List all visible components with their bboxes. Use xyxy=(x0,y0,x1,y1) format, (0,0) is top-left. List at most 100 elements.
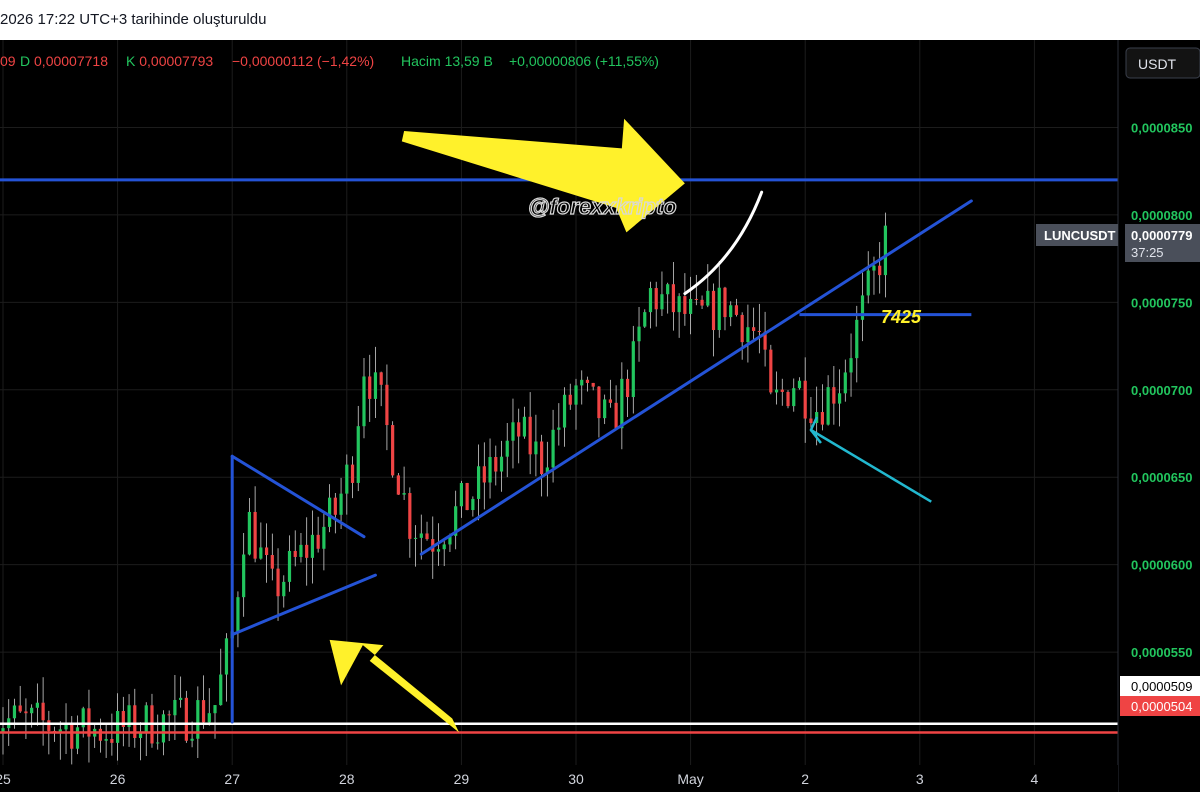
price-chart[interactable]: 0,0000850 0,0000800 0,0000750 0,0000700 0,00… xyxy=(0,0,1200,792)
candle-body xyxy=(98,728,103,741)
x-tick-label: 27 xyxy=(224,771,240,787)
candle-body xyxy=(333,497,337,515)
y-tick-label: 0,0000600 xyxy=(1131,558,1192,573)
candle-body xyxy=(528,416,532,455)
created-timestamp: 2026 17:22 UTC+3 tarihinde oluşturuldu xyxy=(0,11,267,28)
candle-body xyxy=(408,493,412,539)
candle-body xyxy=(511,422,515,441)
candle-body xyxy=(752,327,756,331)
candle-body xyxy=(75,727,80,749)
candle-body xyxy=(666,284,670,295)
candle-body xyxy=(161,714,166,743)
candle-body xyxy=(167,714,171,716)
candle-body xyxy=(201,700,206,723)
candle-body xyxy=(614,402,618,429)
candle-body xyxy=(391,425,395,476)
candle-body xyxy=(282,581,286,597)
candle-body xyxy=(832,387,836,404)
y-tick-label: 0,0000650 xyxy=(1131,470,1192,485)
candle-body xyxy=(24,711,28,714)
candle-body xyxy=(345,464,349,494)
candle-body xyxy=(746,327,750,343)
candle-body xyxy=(780,389,784,392)
candle-body xyxy=(305,544,309,558)
candle-body xyxy=(711,290,716,331)
candle xyxy=(465,482,469,511)
watermark: @forexxkripto xyxy=(528,194,677,219)
candle-body xyxy=(620,378,624,429)
symbol-tag-label: LUNCUSDT xyxy=(1044,228,1116,243)
candle-body xyxy=(837,393,842,404)
candle-body xyxy=(585,379,590,383)
candle-body xyxy=(551,429,555,468)
candle-body xyxy=(482,466,486,483)
candle-body xyxy=(339,493,343,515)
candle-body xyxy=(792,388,796,407)
candle-body xyxy=(368,376,372,399)
candle-body xyxy=(499,456,504,472)
candle-body xyxy=(322,526,326,549)
candle-body xyxy=(866,270,870,296)
last-price-label: 0,0000779 xyxy=(1131,228,1192,243)
candle-body xyxy=(219,674,223,706)
candle-body xyxy=(179,697,183,700)
candle-body xyxy=(797,380,802,389)
candle-body xyxy=(287,550,292,582)
candle-body xyxy=(849,358,853,373)
candle-body xyxy=(138,733,143,738)
candle-body xyxy=(671,284,676,313)
candle-body xyxy=(396,475,400,495)
candle-body xyxy=(809,418,813,424)
top-bar: 2026 17:22 UTC+3 tarihinde oluşturuldu xyxy=(0,0,1200,40)
candle-body xyxy=(706,290,710,306)
candle-body xyxy=(597,386,601,419)
candle-body xyxy=(803,380,807,419)
candle-body xyxy=(860,295,865,320)
candle-body xyxy=(494,457,498,472)
candle-body xyxy=(247,511,251,555)
legend-volume-value: 13,59 B xyxy=(445,53,493,69)
candle-body xyxy=(316,534,320,549)
candle-body xyxy=(631,341,635,398)
candle-body xyxy=(110,738,114,743)
red-level-label: 0,0000504 xyxy=(1131,699,1192,714)
candle-body xyxy=(471,498,475,511)
candle-body xyxy=(356,426,360,483)
legend-first: 09 xyxy=(0,53,16,69)
legend-low-value: 0,00007718 xyxy=(34,53,108,69)
candle-body xyxy=(820,412,824,425)
candle-body xyxy=(625,378,630,398)
time-scale[interactable] xyxy=(0,765,1118,792)
candle-body xyxy=(734,305,739,315)
candle-body xyxy=(774,389,779,393)
candle-body xyxy=(562,394,567,428)
candle-body xyxy=(18,705,22,712)
legend-low-label: D xyxy=(20,53,30,69)
candle-body xyxy=(540,441,544,475)
currency-label: USDT xyxy=(1138,56,1177,72)
candle-body xyxy=(30,707,34,714)
candle-body xyxy=(717,287,721,331)
candle-body xyxy=(190,738,194,741)
x-tick-label: 26 xyxy=(110,771,126,787)
countdown-label: 37:25 xyxy=(1131,245,1164,260)
candle-body xyxy=(637,326,641,342)
candle-body xyxy=(47,720,51,731)
candle-body xyxy=(207,713,211,723)
candle-body xyxy=(608,399,612,403)
candle-body xyxy=(70,723,74,749)
candle-body xyxy=(310,534,315,558)
candle-body xyxy=(557,427,561,430)
candle-body xyxy=(350,464,355,483)
candle xyxy=(786,390,790,409)
candle-body xyxy=(505,440,509,457)
candle-body xyxy=(660,294,664,310)
candle-body xyxy=(700,299,704,306)
candle-body xyxy=(270,555,274,569)
ohlc-legend: 09 D 0,00007718 K 0,00007793 −0,00000112… xyxy=(0,53,659,69)
candle-body xyxy=(654,288,658,310)
candle-body xyxy=(116,711,120,743)
x-tick-label: 3 xyxy=(916,771,924,787)
candle-body xyxy=(459,483,463,507)
candle xyxy=(184,690,188,743)
